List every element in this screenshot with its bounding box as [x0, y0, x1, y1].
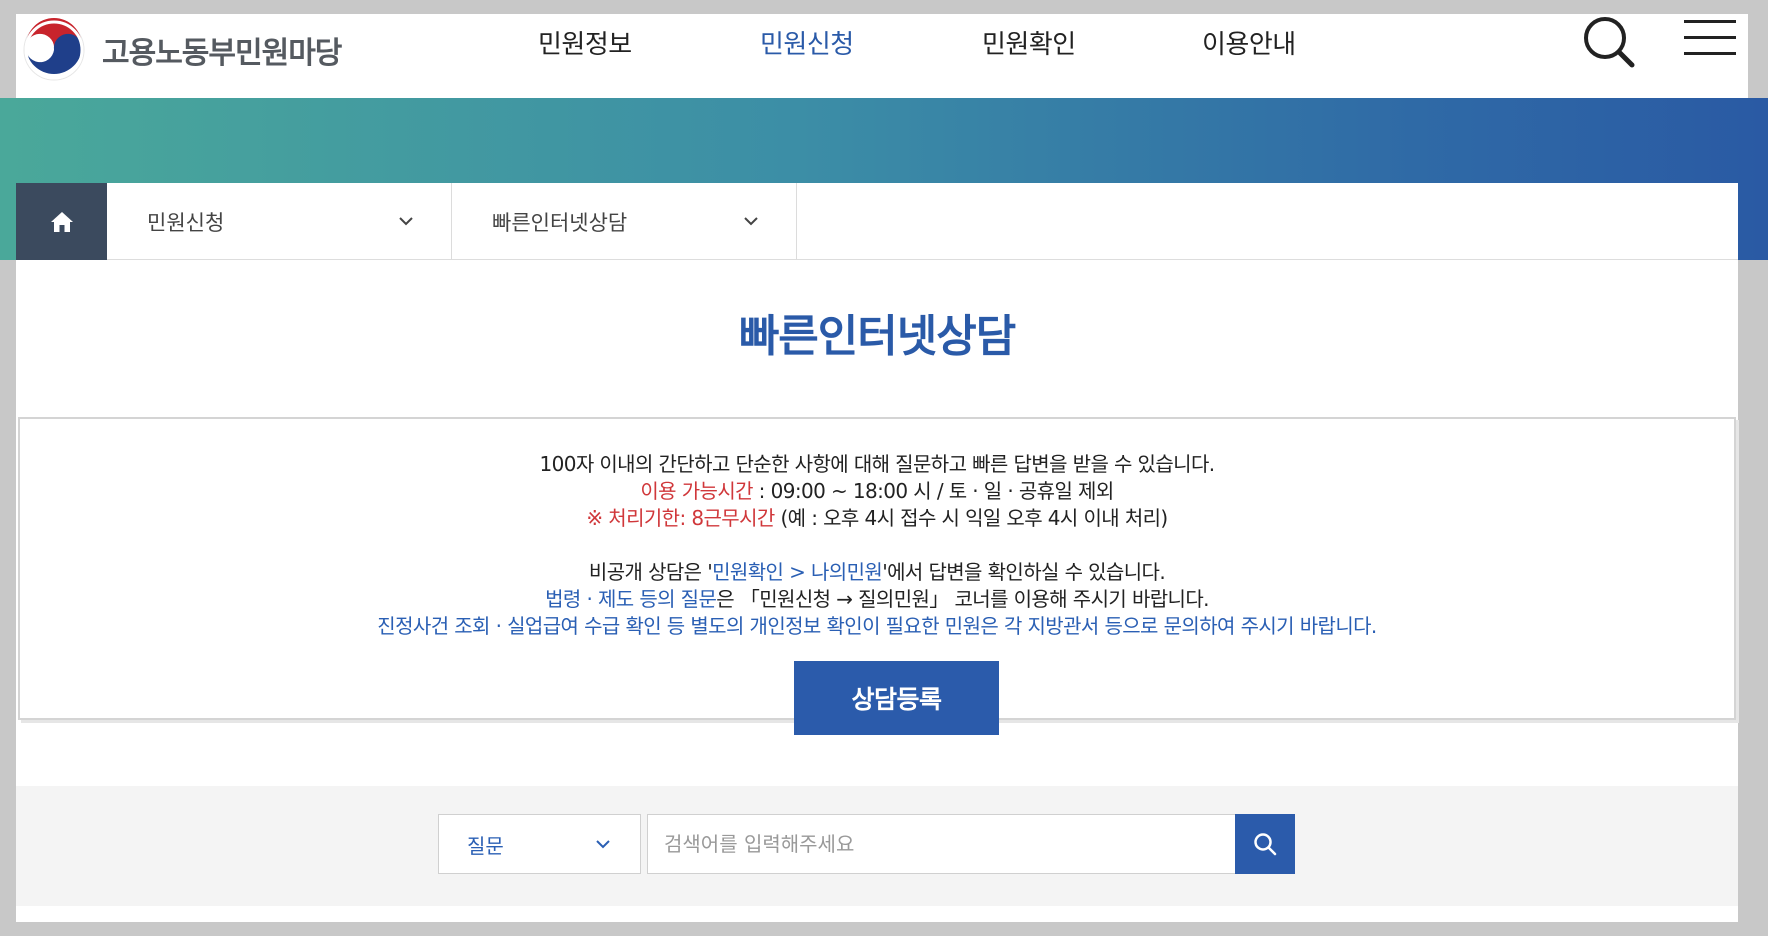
- nav-item-civil-apply[interactable]: 민원신청: [760, 24, 854, 61]
- search-icon: [1584, 17, 1635, 68]
- law-question-label: 법령 · 제도 등의 질문: [545, 587, 717, 611]
- nav-item-guide[interactable]: 이용안내: [1202, 24, 1296, 61]
- notice-line-deadline: ※ 처리기한: 8근무시간 (예 : 오후 4시 접수 시 익일 오후 4시 이…: [20, 505, 1734, 532]
- chevron-down-icon: [399, 217, 413, 226]
- search-icon: [1254, 833, 1277, 856]
- nav-item-civil-check[interactable]: 민원확인: [982, 24, 1076, 61]
- private-pre: 비공개 상담은 ': [588, 560, 713, 584]
- breadcrumb-level2-label: 빠른인터넷상담: [492, 210, 628, 235]
- notice-line-private: 비공개 상담은 '민원확인 > 나의민원'에서 답변을 확인하실 수 있습니다.: [20, 559, 1734, 586]
- notice-line-hours: 이용 가능시간 : 09:00 ~ 18:00 시 / 토 · 일 · 공휴일 …: [20, 478, 1734, 505]
- notice-line-intro: 100자 이내의 간단하고 단순한 사항에 대해 질문하고 빠른 답변을 받을 …: [539, 452, 1215, 476]
- main-content: 빠른인터넷상담 100자 이내의 간단하고 단순한 사항에 대해 질문하고 빠른…: [16, 260, 1738, 922]
- law-question-rest: 은 「민원신청 → 질의민원」 코너를 이용해 주시기 바랍니다.: [716, 587, 1209, 611]
- search-area: 질문: [16, 786, 1738, 906]
- search-submit-button[interactable]: [1235, 814, 1295, 874]
- chevron-down-icon: [744, 217, 758, 226]
- breadcrumb: 민원신청 빠른인터넷상담: [16, 183, 1738, 260]
- header-menu-button[interactable]: [1682, 18, 1740, 62]
- hamburger-menu-icon: [1684, 20, 1736, 55]
- nav-item-civil-info[interactable]: 민원정보: [538, 24, 632, 61]
- breadcrumb-level1-label: 민원신청: [147, 210, 225, 235]
- breadcrumb-home[interactable]: [16, 183, 107, 260]
- notice-spacer: [20, 532, 1734, 559]
- register-consultation-button[interactable]: 상담등록: [794, 661, 999, 735]
- notice-box: 100자 이내의 간단하고 단순한 사항에 대해 질문하고 빠른 답변을 받을 …: [18, 417, 1736, 735]
- private-post: '에서 답변을 확인하실 수 있습니다.: [882, 560, 1166, 584]
- hours-label: 이용 가능시간: [640, 479, 753, 503]
- page-title: 빠른인터넷상담: [738, 311, 1016, 362]
- main-nav: 민원정보 민원신청 민원확인 이용안내: [16, 14, 1748, 86]
- site-header: 고용노동부민원마당 민원정보 민원신청 민원확인 이용안내: [16, 14, 1748, 98]
- my-civil-link[interactable]: 민원확인 > 나의민원: [712, 560, 883, 584]
- breadcrumb-level1-dropdown[interactable]: 민원신청: [107, 183, 452, 260]
- breadcrumb-level2-dropdown[interactable]: 빠른인터넷상담: [452, 183, 797, 260]
- page: 고용노동부민원마당 민원정보 민원신청 민원확인 이용안내 민원신청 빠른인터넷…: [0, 0, 1768, 936]
- chevron-down-icon: [596, 839, 610, 848]
- search-type-select[interactable]: 질문: [438, 814, 641, 874]
- notice-line-regional: 진정사건 조회 · 실업급여 수급 확인 등 별도의 개인정보 확인이 필요한 …: [377, 614, 1377, 638]
- notice-line-law: 법령 · 제도 등의 질문은 「민원신청 → 질의민원」 코너를 이용해 주시기…: [20, 586, 1734, 613]
- hours-value: : 09:00 ~ 18:00 시 / 토 · 일 · 공휴일 제외: [752, 479, 1115, 503]
- deadline-label: ※ 처리기한: 8근무시간: [586, 506, 775, 530]
- header-search-button[interactable]: [1580, 14, 1640, 74]
- home-icon: [50, 211, 73, 232]
- deadline-example: (예 : 오후 4시 접수 시 익일 오후 4시 이내 처리): [774, 506, 1168, 530]
- search-input[interactable]: [647, 814, 1235, 874]
- notice-text: 100자 이내의 간단하고 단순한 사항에 대해 질문하고 빠른 답변을 받을 …: [20, 451, 1734, 640]
- search-type-value: 질문: [467, 833, 504, 858]
